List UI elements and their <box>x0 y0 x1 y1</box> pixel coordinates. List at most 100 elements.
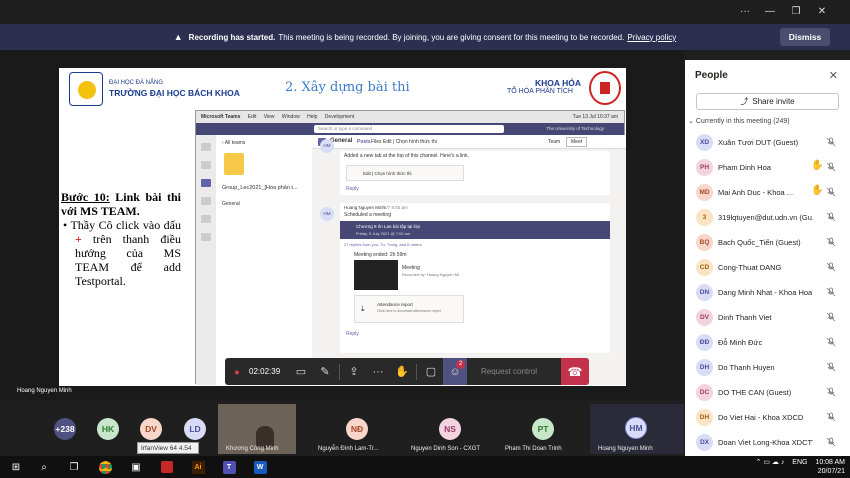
request-control-button[interactable]: Request control <box>481 367 537 376</box>
leave-call-button[interactable]: ☎ <box>561 358 589 385</box>
participants-badge: 2 <box>456 360 465 369</box>
meeting-scheduled: Scheduled a meeting <box>344 212 391 218</box>
participant-row[interactable]: MD Mai Anh Duc - Khoa ... ✋ <box>685 180 850 205</box>
participant-ld[interactable]: LD <box>184 418 206 440</box>
clock-time[interactable]: 10:08 AM <box>815 458 845 467</box>
teams-window-screenshot: Microsoft Teams Edit View Window Help De… <box>195 110 626 385</box>
participant-row[interactable]: DN Dang Minh Nhat - Khoa Hoa <box>685 280 850 305</box>
more-actions-button[interactable]: ··· <box>366 358 390 385</box>
mic-muted-icon <box>826 287 836 297</box>
participant-avatar: XD <box>696 134 713 151</box>
raised-hand-icon: ✋ <box>811 160 824 171</box>
attendance-title: Attendance report <box>377 302 413 307</box>
people-panel: People ✕ ⤴ Share invite ⌄ Currently in t… <box>685 60 850 456</box>
word-icon[interactable]: W <box>252 459 268 475</box>
teams-menu-bar: Microsoft Teams Edit View Window Help De… <box>196 111 624 123</box>
dismiss-button[interactable]: Dismiss <box>780 28 830 46</box>
participant-dv[interactable]: DV <box>140 418 162 440</box>
close-panel-icon[interactable]: ✕ <box>829 69 838 82</box>
team-name: Group_Lec2021_[Hóa phân t... <box>222 185 298 191</box>
windows-start-icon[interactable]: ⊞ <box>8 459 24 475</box>
teams-search-box: Search or type a command <box>314 125 504 133</box>
chrome-icon[interactable] <box>97 459 113 475</box>
meeting-replies: 27 replies from you, Tu, Trang, and 6 ot… <box>344 242 422 247</box>
participant-name: DO THE CAN (Guest) <box>718 388 792 397</box>
all-teams-link: ‹ All teams <box>222 140 246 146</box>
step-label: Bước 10: <box>61 190 110 204</box>
recording-thumbnail <box>354 260 398 290</box>
video-person <box>256 426 274 448</box>
tab-edit: Edit | Chọn hình thức thi <box>383 139 437 145</box>
current-participants-label: Currently in this meeting (249) <box>695 118 790 125</box>
participant-nd[interactable]: NĐ <box>346 418 368 440</box>
camera-off-button[interactable]: ▭ <box>289 358 313 385</box>
participant-row[interactable]: DH Do Thanh Huyen <box>685 355 850 380</box>
participant-row[interactable]: DH Do Viet Hai - Khoa XDCD <box>685 405 850 430</box>
meet-button: Meet <box>566 137 588 147</box>
meeting-author-time: 6/7 8:55 am <box>384 205 408 210</box>
participant-row[interactable]: PH Pham Dinh Hoa ✋ <box>685 155 850 180</box>
participant-avatar: DX <box>696 434 713 451</box>
search-icon[interactable]: ⌕ <box>36 459 52 475</box>
current-participants-heading[interactable]: ⌄ Currently in this meeting (249) <box>688 117 790 125</box>
irfanview-icon[interactable]: ▣ <box>128 459 144 475</box>
clock-date[interactable]: 20/07/21 <box>815 467 845 476</box>
participant-pt[interactable]: PT <box>532 418 554 440</box>
university-line1: ĐẠI HỌC ĐÀ NẴNG <box>109 80 164 86</box>
close-window-button[interactable]: ✕ <box>812 4 832 20</box>
teams-org: The University of Technology <box>546 126 604 131</box>
teams-app-name: Microsoft Teams <box>201 114 241 120</box>
more-options-icon[interactable]: ··· <box>735 4 755 20</box>
plus-symbol: + <box>75 232 82 246</box>
chat-button[interactable]: ▢ <box>419 358 443 385</box>
participant-row[interactable]: CD Cong-Thuat DANG <box>685 255 850 280</box>
task-view-icon[interactable]: ❐ <box>66 459 82 475</box>
teams-icon[interactable]: T <box>221 459 237 475</box>
participant-row[interactable]: DV Dinh Thanh Viet <box>685 305 850 330</box>
participant-name: Do Thanh Huyen <box>718 363 775 372</box>
participant-row[interactable]: XD Xuân Tươi DUT (Guest) <box>685 130 850 155</box>
participant-avatar: DH <box>696 359 713 376</box>
team-logo <box>224 153 244 175</box>
minimize-button[interactable]: — <box>760 4 780 20</box>
share-tray-button[interactable]: ⇪ <box>342 358 366 385</box>
active-speaker-tile[interactable]: HM Hoang Nguyen Minh <box>590 404 684 454</box>
recording-title: Meeting <box>402 265 420 271</box>
participant-avatar: DC <box>696 384 713 401</box>
participant-name: Do Viet Hai - Khoa XDCD <box>718 413 804 422</box>
language-indicator[interactable]: ENG <box>792 459 807 466</box>
recording-dot-icon: ● <box>234 366 240 377</box>
illustrator-icon[interactable]: Ai <box>190 459 206 475</box>
participant-row[interactable]: BQ Bach Quốc_Tiến (Guest) <box>685 230 850 255</box>
message-meeting: Hoang Nguyen Minh 6/7 8:55 am Scheduled … <box>340 203 610 353</box>
participant-name: Mai Anh Duc - Khoa ... <box>718 188 794 197</box>
tab-posts: Posts <box>357 139 371 145</box>
participant-row[interactable]: 3 319lqtuyen@dut.udn.vn (Gu... <box>685 205 850 230</box>
participant-row[interactable]: DX Doan Viet Long-Khoa XDCTT <box>685 430 850 455</box>
mic-muted-icon <box>826 312 836 322</box>
raise-hand-button[interactable]: ✋ <box>390 358 414 385</box>
participant-name: Cong-Thuat DANG <box>718 263 782 272</box>
download-icon: ⤓ <box>361 304 365 313</box>
overflow-count[interactable]: +238 <box>54 418 76 440</box>
share-icon: ⤴ <box>740 97 749 106</box>
privacy-policy-link[interactable]: Privacy policy <box>627 33 676 42</box>
people-title: People <box>695 70 728 81</box>
meeting-timer: 02:02:39 <box>249 367 281 376</box>
participant-row[interactable]: DC DO THE CAN (Guest) <box>685 380 850 405</box>
mic-off-button[interactable]: ✎ <box>313 358 337 385</box>
hang-up-icon: ☎ <box>567 364 583 379</box>
share-invite-button[interactable]: ⤴ Share invite <box>696 93 839 110</box>
video-tile[interactable]: Khương Công Minh <box>218 404 296 454</box>
participant-hk[interactable]: HK <box>97 418 119 440</box>
participants-button[interactable]: ☺ 2 <box>443 358 467 385</box>
app-red-icon[interactable] <box>159 459 175 475</box>
participant-hm-name: Hoang Nguyen Minh <box>598 446 653 452</box>
participant-row[interactable]: ĐĐ Đỗ Minh Đức <box>685 330 850 355</box>
participant-name: Bach Quốc_Tiến (Guest) <box>718 238 801 247</box>
bullet-a: Thầy Cô click vào dấu <box>70 218 182 232</box>
tab-card-label: Edit | Chọn hình thức thi <box>363 171 412 176</box>
restore-button[interactable]: ❐ <box>786 4 806 20</box>
university-logo <box>69 72 103 106</box>
participant-ns[interactable]: NS <box>439 418 461 440</box>
